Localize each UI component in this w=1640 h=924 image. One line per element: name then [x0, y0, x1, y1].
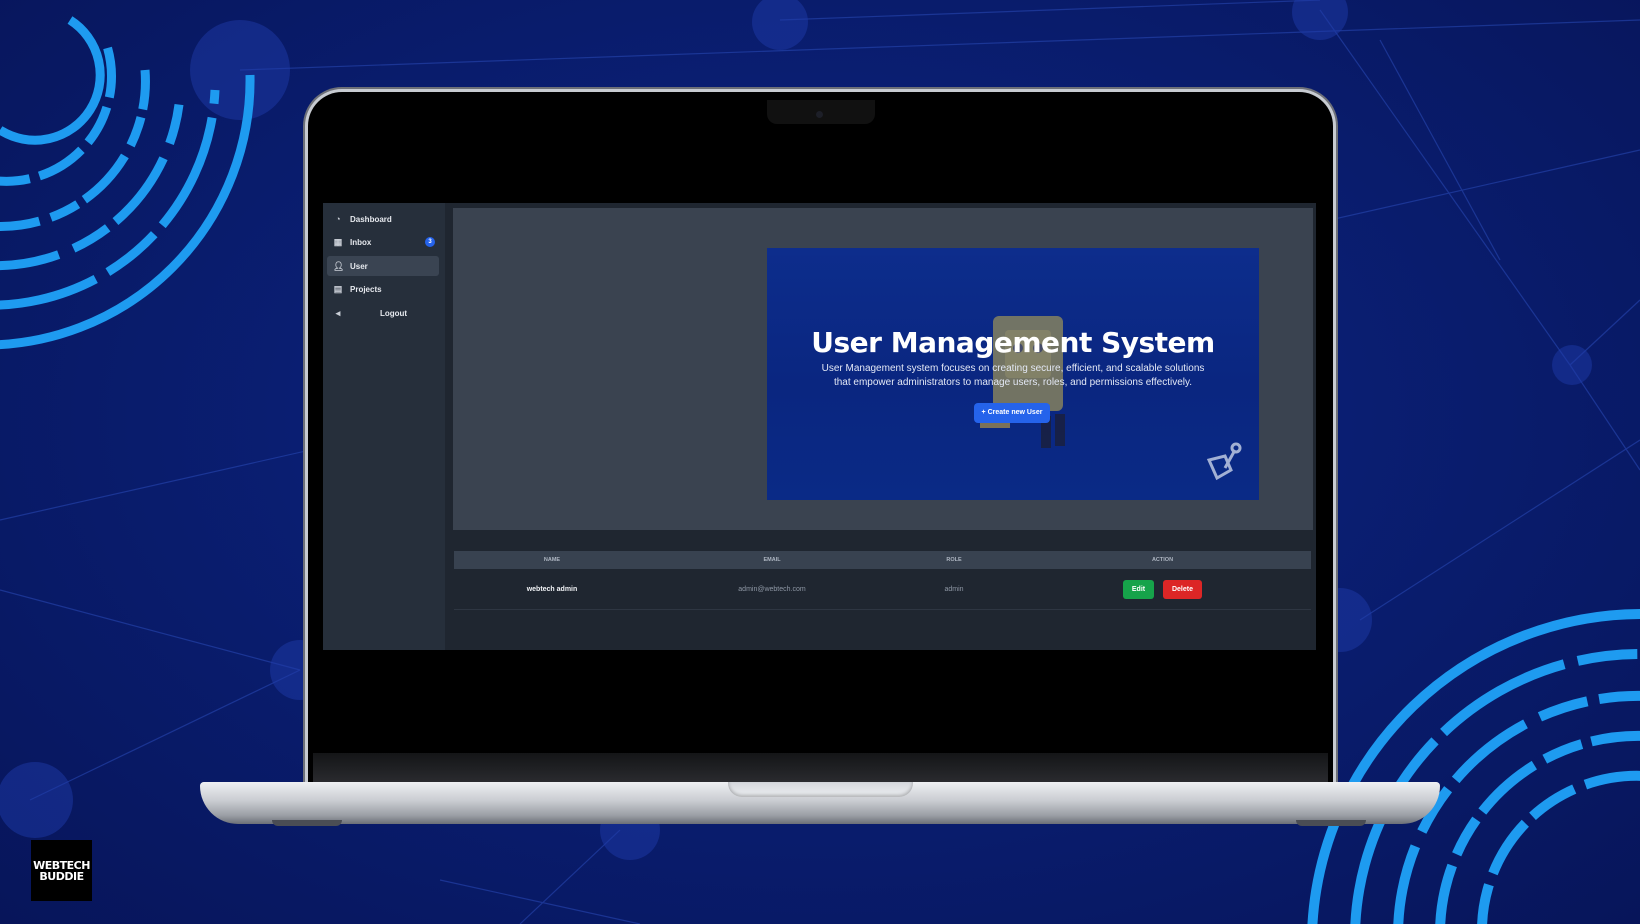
dashboard-icon: ◔	[335, 214, 341, 224]
edit-user-button[interactable]: Edit	[1123, 579, 1154, 599]
column-header-action: ACTION	[1151, 557, 1174, 563]
sidebar-item-dashboard[interactable]: ◔ Dashboard	[327, 209, 439, 229]
table-row: webtech admin admin@webtech.com admin Ed…	[454, 569, 1311, 610]
user-action-cell: Edit Delete	[1014, 579, 1311, 599]
laptop-hinge	[313, 753, 1328, 783]
user-name-cell: webtech admin	[526, 585, 578, 593]
sidebar-item-inbox[interactable]: ▦ Inbox 3	[327, 232, 439, 252]
inbox-count-badge: 3	[425, 237, 435, 247]
decorative-arc-bottom-right	[1307, 609, 1640, 924]
sidebar-item-label: Logout	[380, 308, 408, 318]
camera-icon	[816, 111, 823, 118]
hero-description: User Management system focuses on creati…	[821, 363, 1205, 388]
delete-user-button[interactable]: Delete	[1163, 579, 1202, 599]
users-table-header: NAME EMAIL ROLE ACTION	[454, 551, 1311, 569]
main-content-panel: User Management System User Management s…	[453, 208, 1313, 530]
brand-line-1: WEBTECH	[33, 858, 90, 872]
sidebar-item-label: Inbox	[350, 237, 372, 247]
app-screen: ◔ Dashboard ▦ Inbox 3 👤︎ User ▤ Projects…	[323, 203, 1316, 650]
brand-logo: WEBTECH BUDDIE	[31, 840, 92, 901]
edit-cursor-icon	[1206, 442, 1242, 481]
user-icon: 👤︎	[333, 261, 345, 271]
create-user-button[interactable]: + Create new User	[974, 403, 1050, 423]
laptop-opening-notch	[728, 782, 913, 797]
column-header-email: EMAIL	[763, 557, 781, 563]
laptop-foot-right	[1296, 820, 1366, 826]
hero-banner: User Management System User Management s…	[767, 248, 1259, 500]
laptop-foot-left	[272, 820, 342, 826]
sidebar-item-user[interactable]: 👤︎ User	[327, 256, 439, 276]
sidebar: ◔ Dashboard ▦ Inbox 3 👤︎ User ▤ Projects…	[323, 203, 445, 650]
column-header-role: ROLE	[946, 557, 962, 563]
hero-title: User Management System	[811, 326, 1215, 359]
decorative-arc-top-left	[0, 16, 255, 350]
logout-icon: ◂	[335, 308, 341, 318]
sidebar-item-projects[interactable]: ▤ Projects	[327, 279, 439, 299]
sidebar-item-label: Projects	[350, 284, 382, 294]
brand-line-2: BUDDIE	[39, 869, 84, 883]
projects-icon: ▤	[333, 284, 343, 294]
user-email-cell: admin@webtech.com	[738, 585, 806, 593]
sidebar-item-logout[interactable]: ◂ Logout	[327, 303, 439, 323]
column-header-name: NAME	[543, 557, 561, 563]
inbox-icon: ▦	[333, 237, 343, 247]
sidebar-item-label: Dashboard	[350, 214, 392, 224]
sidebar-item-label: User	[350, 261, 368, 271]
user-role-cell: admin	[944, 585, 964, 593]
